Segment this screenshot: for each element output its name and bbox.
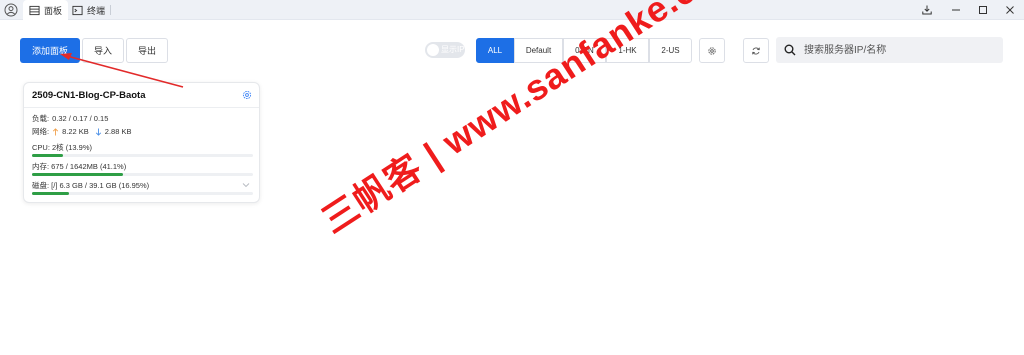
import-button[interactable]: 导入 (82, 38, 124, 63)
memory-usage-fill (32, 173, 123, 176)
cpu-usage-fill (32, 154, 63, 157)
tab-terminal-label: 终端 (87, 5, 106, 16)
tab-panel-label: 面板 (44, 5, 63, 16)
search-input[interactable] (804, 37, 994, 63)
download-arrow-icon (95, 128, 101, 136)
close-button[interactable] (1002, 2, 1018, 18)
upload-arrow-icon (52, 127, 59, 135)
chevron-down-icon[interactable] (242, 181, 250, 189)
disk-usage-fill (32, 192, 70, 195)
close-icon (1006, 6, 1014, 14)
card-divider (24, 107, 259, 108)
server-name: 2509-CN1-Blog-CP-Baota (32, 90, 146, 101)
refresh-icon (752, 47, 760, 54)
server-settings-icon[interactable] (242, 90, 252, 100)
load-row: 负载: 0.32 / 0.17 / 0.15 (32, 113, 108, 124)
memory-usage-bar (32, 173, 253, 176)
download-icon (922, 5, 932, 15)
cpu-text: CPU: 2核 (13.9%) (32, 143, 93, 152)
terminal-icon (72, 5, 83, 15)
disk-text: 磁盘: [/] 6.3 GB / 39.1 GB (16.95%) (32, 181, 150, 190)
memory-text: 内存: 675 / 1642MB (41.1%) (32, 162, 127, 171)
load-value: 0.32 / 0.17 / 0.15 (52, 114, 109, 123)
network-row: 网络: 8.22 KB 2.88 KB (32, 126, 131, 137)
maximize-button[interactable] (975, 2, 991, 18)
network-label: 网络: (32, 127, 50, 136)
server-card[interactable]: 2509-CN1-Blog-CP-Baota 负载: 0.32 / 0.17 /… (23, 82, 260, 203)
refresh-button[interactable] (743, 38, 769, 63)
user-circle-icon[interactable] (4, 3, 18, 17)
filter-all[interactable]: ALL (476, 38, 514, 63)
export-button[interactable]: 导出 (126, 38, 168, 63)
show-ip-label: 显示IP (441, 45, 465, 54)
minimize-button[interactable] (948, 2, 964, 18)
minimize-icon (952, 9, 960, 11)
cpu-usage-bar (32, 154, 253, 157)
tab-panel[interactable]: 面板 (23, 0, 69, 20)
maximize-icon (979, 6, 987, 14)
disk-usage-bar (32, 192, 253, 195)
download-value: 2.88 KB (104, 127, 132, 136)
upload-value: 8.22 KB (62, 127, 89, 136)
disk-row: 磁盘: [/] 6.3 GB / 39.1 GB (16.95%) (32, 180, 149, 191)
show-ip-toggle[interactable]: 显示IP (425, 42, 465, 58)
watermark-text: 三帆客 | www.sanfanke.com (314, 0, 751, 242)
load-label: 负载: (32, 114, 50, 123)
download-button[interactable] (919, 2, 935, 18)
tab-terminal[interactable]: 终端 (66, 0, 111, 20)
add-panel-button[interactable]: 添加面板 (20, 38, 80, 63)
gear-icon (708, 46, 716, 55)
toggle-knob (427, 44, 439, 56)
filter-settings-button[interactable] (699, 38, 725, 63)
title-bar: 面板 终端 (0, 0, 1024, 20)
search-box (776, 37, 1003, 63)
panel-icon (29, 5, 40, 15)
cpu-row: CPU: 2核 (13.9%) (32, 142, 92, 153)
tab-divider (110, 5, 111, 15)
filter-2-us[interactable]: 2-US (649, 38, 692, 63)
search-icon (784, 44, 796, 56)
memory-row: 内存: 675 / 1642MB (41.1%) (32, 161, 126, 172)
